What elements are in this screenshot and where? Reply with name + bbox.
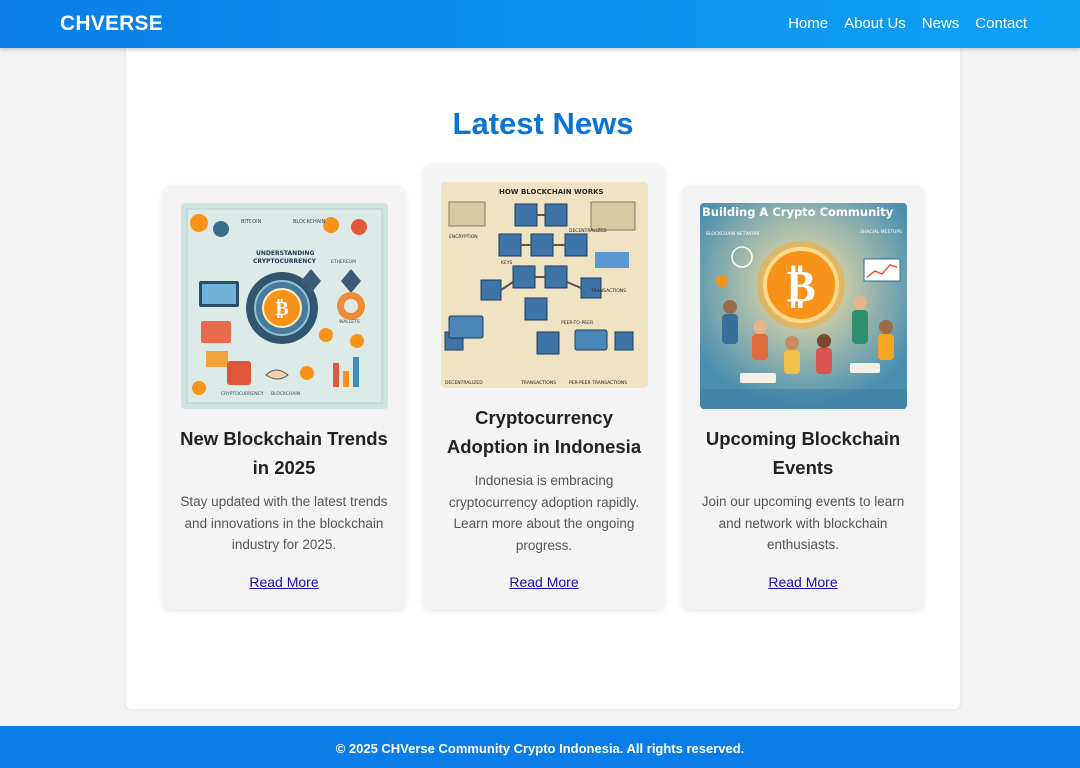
nav-news[interactable]: News: [922, 15, 960, 32]
image-caption: TRANSACTIONS: [520, 380, 556, 386]
news-card: Building A Crypto Community BLOCKCHAIN N…: [682, 185, 924, 609]
image-caption: HOW BLOCKCHAIN WORKS: [499, 188, 604, 196]
image-caption: PER-PEER TRANSACTIONS: [569, 380, 627, 386]
news-section: Latest News BITCOIN BLOCKCHAIN UNDERSTAN…: [126, 40, 960, 709]
image-caption: DECENTRALIZED: [445, 380, 483, 386]
news-description: Join our upcoming events to learn and ne…: [701, 494, 905, 552]
read-more-link[interactable]: Read More: [682, 574, 924, 590]
news-card: BITCOIN BLOCKCHAIN UNDERSTANDING CRYPTOC…: [163, 185, 405, 609]
news-image-blockchain-events: Building A Crypto Community BLOCKCHAIN N…: [700, 203, 907, 409]
news-description: Stay updated with the latest trends and …: [180, 494, 388, 552]
image-caption: PEER-TO-PEER: [561, 320, 593, 326]
image-caption: DECENTRALIZED: [569, 228, 607, 234]
image-caption: BITCOIN: [241, 219, 262, 225]
top-navbar: CHVERSE Home About Us News Contact: [0, 0, 1080, 48]
image-caption: SHACIAL MEETUPS: [860, 229, 902, 235]
news-image-crypto-adoption: HOW BLOCKCHAIN WORKS ENCRYPTION KEYS DEC…: [441, 182, 648, 388]
news-card: HOW BLOCKCHAIN WORKS ENCRYPTION KEYS DEC…: [423, 164, 665, 609]
image-caption: ETHEREUM: [331, 259, 356, 265]
read-more-link[interactable]: Read More: [423, 574, 665, 590]
crypto-infographic-image: BITCOIN BLOCKCHAIN UNDERSTANDING CRYPTOC…: [181, 203, 388, 409]
news-title: Upcoming Blockchain Events: [705, 428, 901, 478]
nav-home[interactable]: Home: [788, 15, 828, 32]
news-title: New Blockchain Trends in 2025: [180, 428, 388, 478]
image-caption: BLOCKCHAIN: [293, 219, 326, 225]
news-image-blockchain-trends: BITCOIN BLOCKCHAIN UNDERSTANDING CRYPTOC…: [181, 203, 388, 409]
site-logo[interactable]: CHVERSE: [60, 12, 163, 36]
image-caption: TRANSACTIONS: [590, 288, 626, 294]
image-caption: BLOCKCHAIN NETWORK: [706, 231, 761, 237]
crypto-community-image: Building A Crypto Community BLOCKCHAIN N…: [700, 203, 907, 409]
blockchain-cube-icon: [514, 203, 538, 227]
read-more-link[interactable]: Read More: [163, 574, 405, 590]
image-caption: KEYS: [501, 260, 513, 266]
news-title: Cryptocurrency Adoption in Indonesia: [446, 407, 642, 457]
main-nav: Home About Us News Contact: [788, 15, 1027, 32]
news-description: Indonesia is embracing cryptocurrency ad…: [448, 473, 640, 553]
image-caption: CRYPTOCURRENCY: [221, 391, 264, 397]
image-caption: WALLETS: [339, 319, 360, 325]
image-caption: ENCRYPTION: [449, 234, 478, 240]
image-caption: UNDERSTANDING: [256, 250, 314, 257]
nav-about-us[interactable]: About Us: [844, 15, 906, 32]
page-title: Latest News: [452, 106, 634, 141]
svg-text:₿: ₿: [275, 296, 288, 320]
copyright-text: © 2025 CHVerse Community Crypto Indonesi…: [335, 741, 745, 756]
blockchain-diagram-image: HOW BLOCKCHAIN WORKS ENCRYPTION KEYS DEC…: [441, 182, 648, 388]
footer: © 2025 CHVerse Community Crypto Indonesi…: [0, 726, 1080, 768]
image-caption: Building A Crypto Community: [702, 205, 894, 219]
image-caption: BLOCKCHAIN: [271, 391, 300, 397]
image-caption: CRYPTOCURRENCY: [253, 258, 317, 265]
nav-contact[interactable]: Contact: [975, 15, 1027, 32]
svg-text:₿: ₿: [786, 261, 815, 312]
